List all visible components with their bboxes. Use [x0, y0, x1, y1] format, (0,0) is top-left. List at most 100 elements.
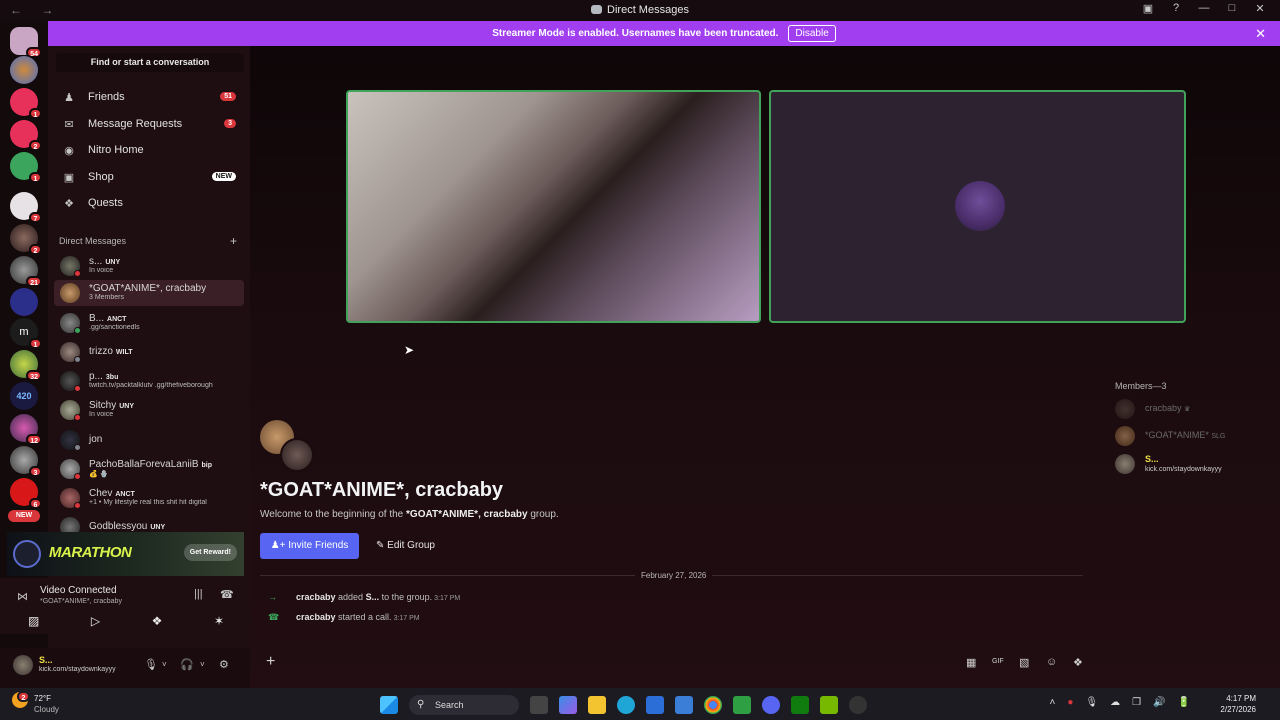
- copilot-icon[interactable]: [559, 696, 577, 714]
- guild-icon[interactable]: 1: [10, 152, 42, 183]
- close-banner-icon[interactable]: ✕: [1255, 26, 1266, 42]
- message-author[interactable]: cracbaby: [296, 612, 336, 622]
- disconnect-icon[interactable]: ☎: [220, 588, 234, 601]
- message-author[interactable]: cracbaby: [296, 592, 336, 602]
- minimize-button[interactable]: —: [1190, 2, 1218, 15]
- guild-icon[interactable]: [10, 56, 38, 84]
- sticker-icon[interactable]: ▧: [1019, 656, 1029, 669]
- video-tile-webcam[interactable]: [346, 90, 761, 323]
- record-icon[interactable]: ●: [1067, 697, 1073, 708]
- message-target[interactable]: S...: [366, 592, 380, 602]
- file-explorer-icon[interactable]: [588, 696, 606, 714]
- guild-icon[interactable]: 1: [10, 88, 42, 119]
- voice-status[interactable]: Video Connected: [40, 585, 117, 596]
- microphone-icon[interactable]: 🎙: [144, 658, 158, 671]
- username[interactable]: S...: [39, 655, 53, 665]
- camera-off-icon[interactable]: ▨: [28, 614, 39, 636]
- tray-chevron-icon[interactable]: ˄: [1050, 697, 1056, 708]
- emoji-icon[interactable]: ☺: [1046, 656, 1057, 668]
- member-item[interactable]: *GOAT*ANIME* SLG: [1115, 426, 1275, 450]
- chevron-down-icon[interactable]: ˅: [200, 660, 205, 669]
- screen-share-icon[interactable]: ▷: [91, 614, 100, 636]
- taskbar-search[interactable]: ⚲ Search: [409, 695, 519, 715]
- apps-icon[interactable]: ❖: [1073, 656, 1083, 669]
- chevron-down-icon[interactable]: ˅: [162, 660, 167, 669]
- upload-plus-icon[interactable]: +: [266, 653, 275, 671]
- volume-icon[interactable]: 🔊: [1153, 697, 1165, 708]
- nav-shop[interactable]: ▣ Shop NEW: [54, 164, 244, 189]
- maximize-button[interactable]: □: [1218, 2, 1246, 15]
- message-composer[interactable]: + ▦ GIF ▧ ☺ ❖: [260, 651, 1095, 675]
- close-window-button[interactable]: ✕: [1246, 2, 1274, 15]
- dm-item[interactable]: jon: [54, 427, 244, 453]
- dm-item[interactable]: p... 3bu twitch.tv/packtalklutv .gg/thefi…: [54, 368, 244, 394]
- create-dm-icon[interactable]: +: [230, 234, 237, 248]
- guild-icon[interactable]: 7: [10, 192, 42, 223]
- app-icon[interactable]: [849, 696, 867, 714]
- chrome-icon[interactable]: [704, 696, 722, 714]
- start-button[interactable]: [380, 696, 398, 714]
- cloud-icon[interactable]: ☁: [1110, 697, 1120, 708]
- network-icon[interactable]: ❐: [1132, 697, 1141, 708]
- dm-item[interactable]: trizzo WILT: [54, 339, 244, 365]
- task-view-icon[interactable]: [530, 696, 548, 714]
- activities-icon[interactable]: ❖: [152, 614, 163, 636]
- member-item[interactable]: cracbaby ♛: [1115, 399, 1275, 423]
- edit-group-button[interactable]: ✎ Edit Group: [370, 533, 441, 559]
- noise-suppression-icon[interactable]: |||: [194, 588, 203, 600]
- find-conversation-button[interactable]: Find or start a conversation: [56, 53, 244, 72]
- invite-friends-button[interactable]: ♟+ Invite Friends: [260, 533, 359, 559]
- guild-icon[interactable]: 21: [10, 256, 42, 287]
- dm-item[interactable]: Sitchy UNY In voice: [54, 397, 244, 423]
- dm-item-selected[interactable]: *GOAT*ANIME*, cracbaby 3 Members: [54, 280, 244, 306]
- message-time: 3:17 PM: [434, 595, 461, 602]
- guild-icon[interactable]: 32: [10, 350, 42, 381]
- guild-dm-home[interactable]: 54: [10, 27, 42, 58]
- dm-item[interactable]: PachoBallaForevaLaniiB bip 💰 🪬: [54, 456, 244, 482]
- discord-taskbar-icon[interactable]: [762, 696, 780, 714]
- guild-icon[interactable]: m1: [10, 318, 42, 349]
- gear-icon[interactable]: ⚙: [219, 658, 229, 671]
- dm-item[interactable]: Godblessyou UNY: [54, 514, 244, 532]
- xbox-icon[interactable]: [791, 696, 809, 714]
- guild-icon[interactable]: 2: [10, 120, 42, 151]
- new-servers-pill[interactable]: NEW: [8, 510, 40, 522]
- guild-icon[interactable]: [10, 288, 38, 316]
- gif-icon[interactable]: GIF: [992, 658, 1004, 665]
- voice-channel[interactable]: *GOAT*ANIME*, cracbaby: [40, 598, 122, 605]
- avatar[interactable]: [13, 655, 33, 675]
- microphone-tray-icon[interactable]: 🎙: [1085, 697, 1098, 708]
- nav-nitro-home[interactable]: ◉ Nitro Home: [54, 137, 244, 162]
- app-icon[interactable]: [733, 696, 751, 714]
- marathon-promo-card[interactable]: MARATHON Get Reward!: [7, 532, 244, 576]
- edge-icon[interactable]: [617, 696, 635, 714]
- disable-button[interactable]: Disable: [788, 25, 836, 42]
- guild-icon[interactable]: 420: [10, 382, 38, 410]
- soundboard-icon[interactable]: ✶: [214, 614, 224, 636]
- nav-quests[interactable]: ❖ Quests: [54, 190, 244, 215]
- help-icon[interactable]: ?: [1162, 2, 1190, 15]
- get-reward-button[interactable]: Get Reward!: [183, 544, 237, 561]
- guild-icon[interactable]: 2: [10, 224, 42, 255]
- weather-widget[interactable]: 2 72°F Cloudy: [12, 691, 59, 714]
- video-tile-avatar[interactable]: [769, 90, 1186, 323]
- guild-icon[interactable]: 3: [10, 446, 42, 477]
- nav-message-requests[interactable]: ✉ Message Requests 3: [54, 111, 244, 136]
- battery-icon[interactable]: 🔋: [1178, 697, 1190, 708]
- headphones-icon[interactable]: 🎧: [180, 658, 194, 671]
- outlook-icon[interactable]: [675, 696, 693, 714]
- dm-item[interactable]: s... UNY In voice: [54, 253, 244, 279]
- store-icon[interactable]: [646, 696, 664, 714]
- member-item[interactable]: S... kick.com/staydownkayyy: [1115, 454, 1275, 478]
- guild-icon[interactable]: 12: [10, 414, 42, 445]
- guild-icon[interactable]: 6: [10, 478, 42, 509]
- nvidia-icon[interactable]: [820, 696, 838, 714]
- nav-friends[interactable]: ♟ Friends 51: [54, 84, 244, 109]
- signal-icon[interactable]: ⋈: [17, 590, 28, 603]
- inbox-icon[interactable]: ▣: [1134, 2, 1162, 15]
- taskbar-clock[interactable]: 4:17 PM 2/27/2026: [1220, 693, 1256, 715]
- gift-icon[interactable]: ▦: [966, 656, 976, 669]
- discord-icon: [591, 5, 603, 14]
- dm-item[interactable]: B... ANCT .gg/sanctionedls: [54, 310, 244, 336]
- dm-item[interactable]: Chev ANCT +1 • My lifestyle real this shi…: [54, 485, 244, 511]
